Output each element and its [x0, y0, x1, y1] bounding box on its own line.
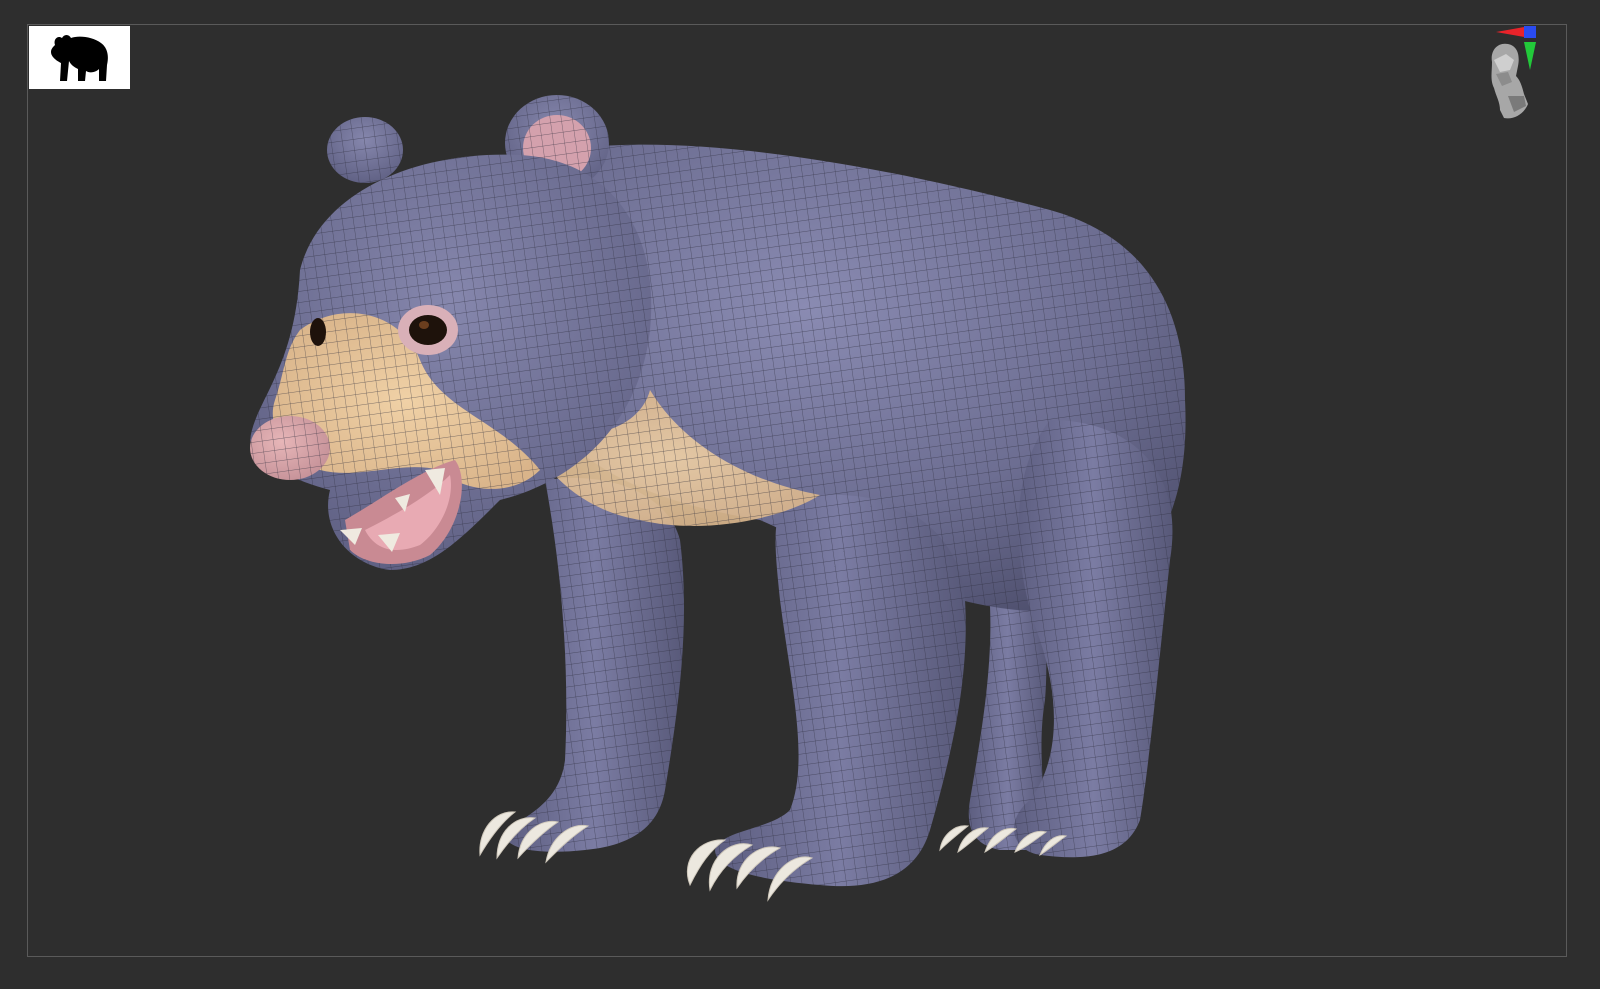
orientation-gizmo[interactable] [1484, 24, 1568, 128]
thumbnail-preview[interactable] [29, 26, 130, 89]
head-orientation-icon [1491, 43, 1528, 119]
z-axis-marker [1524, 26, 1536, 38]
bear-model[interactable] [0, 0, 1600, 989]
eye-left [310, 318, 326, 346]
y-axis-arrow [1524, 42, 1536, 70]
bear-silhouette-icon [50, 34, 108, 81]
